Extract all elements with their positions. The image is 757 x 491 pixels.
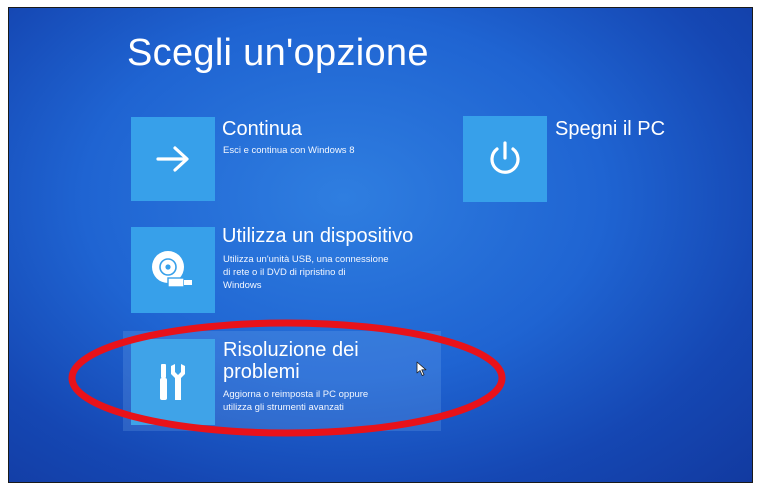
- option-title: Risoluzione dei problemi: [223, 339, 359, 383]
- option-title: Utilizza un dispositivo: [222, 225, 414, 247]
- option-description: Utilizza un'unità USB, una connessione d…: [223, 254, 389, 291]
- arrow-right-icon: [156, 146, 189, 172]
- option-tile: [463, 116, 547, 202]
- page-title: Scegli un'opzione: [127, 32, 429, 74]
- option-tile: [131, 339, 215, 425]
- tools-icon: [160, 364, 185, 400]
- option-tile: [131, 117, 215, 201]
- option-description: Esci e continua con Windows 8: [223, 145, 355, 156]
- option-utilizza-dispositivo[interactable]: Utilizza un dispositivo Utilizza un'unit…: [131, 225, 441, 319]
- option-continua[interactable]: Continua Esci e continua con Windows 8: [131, 117, 421, 205]
- power-icon: [490, 141, 520, 174]
- option-tile: [131, 227, 215, 313]
- mouse-cursor-icon: [416, 361, 427, 376]
- option-description: Aggiorna o reimposta il PC oppure utiliz…: [223, 389, 369, 413]
- option-spegni-pc[interactable]: Spegni il PC: [463, 116, 693, 206]
- option-risoluzione-problemi[interactable]: Risoluzione dei problemi Aggiorna o reim…: [123, 331, 441, 431]
- option-title: Continua: [222, 118, 303, 140]
- recovery-screen: Scegli un'opzione Continua Esci e contin…: [8, 7, 753, 483]
- option-title: Spegni il PC: [555, 118, 666, 140]
- disc-usb-icon: [152, 251, 192, 288]
